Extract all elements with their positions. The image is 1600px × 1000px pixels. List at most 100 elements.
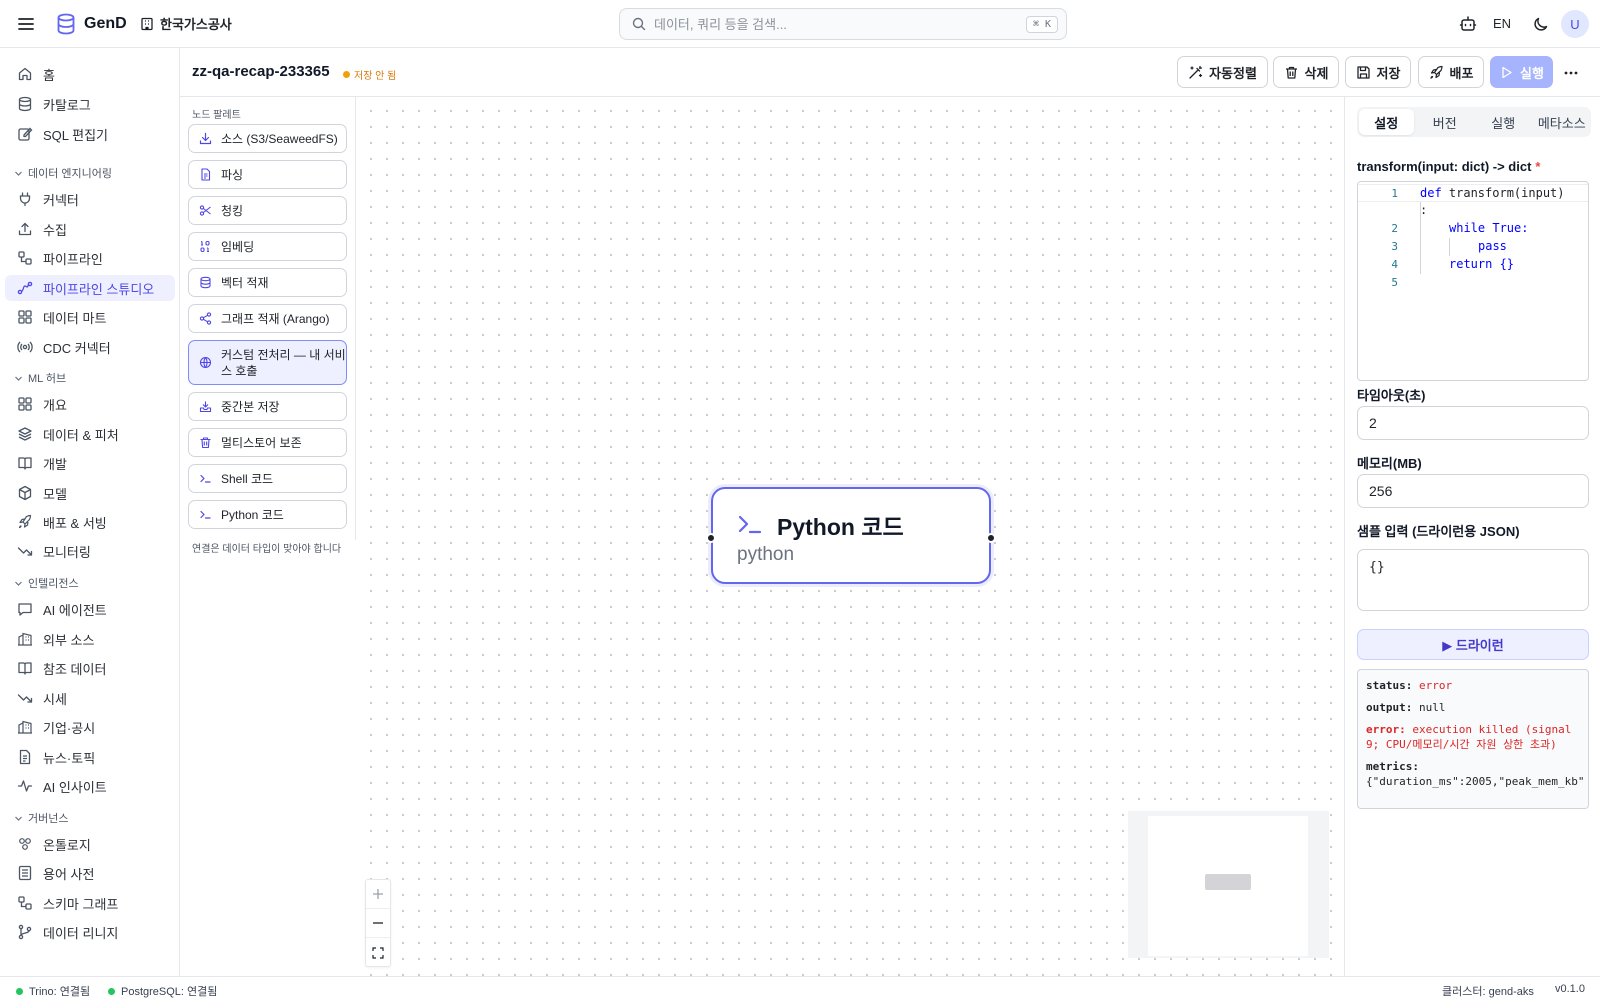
tab-settings[interactable]: 설정 xyxy=(1359,109,1414,135)
sidebar-item-overview[interactable]: 개요 xyxy=(5,391,175,417)
palette-item-graph-load[interactable]: 그래프 적재 (Arango) xyxy=(188,304,347,333)
palette-item-intermediate-save[interactable]: 중간본 저장 xyxy=(188,392,347,421)
status-bar: Trino: 연결됨 PostgreSQL: 연결됨 클러스터: gend-ak… xyxy=(0,976,1600,1000)
sidebar-item-data-lineage[interactable]: 데이터 리니지 xyxy=(5,919,175,945)
fullscreen-icon xyxy=(372,946,384,959)
sidebar-group-intelligence[interactable]: 인텔리전스 xyxy=(14,574,79,592)
sidebar-item-external-sources[interactable]: 외부 소스 xyxy=(5,626,175,652)
run-button[interactable]: 실행 xyxy=(1490,56,1553,88)
code-editor[interactable]: 1 def transform(input) : 2 while True: 3… xyxy=(1357,181,1589,381)
sidebar-item-pipeline-studio[interactable]: 파이프라인 스튜디오 xyxy=(5,275,175,301)
sidebar-item-pipelines[interactable]: 파이프라인 xyxy=(5,245,175,271)
timeout-input[interactable] xyxy=(1357,406,1589,440)
brand-logo[interactable]: GenD xyxy=(56,13,127,35)
result-key: output: xyxy=(1366,701,1413,714)
menu-icon[interactable] xyxy=(16,14,36,34)
sidebar-item-home[interactable]: 홈 xyxy=(5,61,175,87)
autolayout-button[interactable]: 자동정렬 xyxy=(1177,56,1268,88)
result-status-value: error xyxy=(1418,679,1453,692)
palette-footer-hint: 연결은 데이터 타입이 맞아야 합니다 xyxy=(192,544,342,555)
line-number: 1 xyxy=(1391,187,1398,200)
palette-item-shell-code[interactable]: Shell 코드 xyxy=(188,464,347,493)
sidebar-item-ai-insights[interactable]: AI 인사이트 xyxy=(5,773,175,799)
delete-button[interactable]: 삭제 xyxy=(1273,56,1339,88)
zoom-in-button[interactable] xyxy=(366,880,390,909)
palette-item-python-code[interactable]: Python 코드 xyxy=(188,500,347,529)
memory-input[interactable] xyxy=(1357,474,1589,508)
sidebar-item-market-price[interactable]: 시세 xyxy=(5,685,175,711)
palette-item-vector-load[interactable]: 벡터 적재 xyxy=(188,268,347,297)
save-button[interactable]: 저장 xyxy=(1345,56,1411,88)
sidebar-item-develop[interactable]: 개발 xyxy=(5,450,175,476)
code-rest: True: xyxy=(1485,221,1529,235)
sidebar-group-governance[interactable]: 거버넌스 xyxy=(14,809,68,827)
node-input-handle[interactable] xyxy=(706,533,716,543)
bot-icon[interactable] xyxy=(1458,14,1478,34)
result-output: output: null xyxy=(1366,700,1580,715)
palette-item-embedding[interactable]: 임베딩 xyxy=(188,232,347,261)
pipeline-canvas[interactable]: Python 코드 python xyxy=(357,97,1344,976)
upload-icon xyxy=(18,222,32,236)
code-line: 5 xyxy=(1358,274,1588,292)
sidebar-item-schema-graph[interactable]: 스키마 그래프 xyxy=(5,890,175,916)
palette-item-parsing[interactable]: 파싱 xyxy=(188,160,347,189)
workflow-icon xyxy=(18,896,32,910)
tab-versions[interactable]: 버전 xyxy=(1418,109,1473,135)
play-icon xyxy=(1502,66,1512,78)
language-toggle[interactable]: EN xyxy=(1493,16,1511,31)
code-rest: {} xyxy=(1492,257,1515,271)
deploy-button[interactable]: 배포 xyxy=(1418,56,1484,88)
sidebar-item-label: 모델 xyxy=(43,486,67,502)
sidebar-item-models[interactable]: 모델 xyxy=(5,480,175,506)
plug-icon xyxy=(19,192,31,207)
org-switcher[interactable]: 한국가스공사 xyxy=(140,14,232,33)
palette-item-label: 멀티스토어 보존 xyxy=(221,436,302,450)
palette-item-label: 소스 (S3/SeaweedFS) xyxy=(221,132,338,146)
run-label: 실행 xyxy=(1520,65,1544,81)
minimap[interactable] xyxy=(1128,811,1329,958)
sidebar-item-ontology[interactable]: 온톨로지 xyxy=(5,831,175,857)
dry-run-button[interactable]: ▶ 드라이런 xyxy=(1357,629,1589,660)
sidebar-item-reference-data[interactable]: 참조 데이터 xyxy=(5,655,175,681)
sidebar-group-ml-hub[interactable]: ML 허브 xyxy=(14,369,66,387)
sidebar-item-sql-editor[interactable]: SQL 편집기 xyxy=(5,121,175,147)
node-output-handle[interactable] xyxy=(986,533,996,543)
sidebar-item-data-mart[interactable]: 데이터 마트 xyxy=(5,304,175,330)
palette-item-multistore[interactable]: 멀티스토어 보존 xyxy=(188,428,347,457)
sample-input-textarea[interactable]: {} xyxy=(1357,549,1589,611)
sidebar-item-monitoring[interactable]: 모니터링 xyxy=(5,538,175,564)
more-icon[interactable] xyxy=(1563,65,1579,81)
sidebar-item-data-features[interactable]: 데이터 & 피처 xyxy=(5,421,175,447)
sidebar-item-catalog[interactable]: 카탈로그 xyxy=(5,91,175,117)
tab-metasource[interactable]: 메타소스 xyxy=(1535,109,1590,135)
tab-runs[interactable]: 실행 xyxy=(1476,109,1531,135)
palette-item-custom-preprocess[interactable]: 커스텀 전처리 — 내 서비스 호출 xyxy=(188,340,347,385)
code-label: transform(input: dict) -> dict * xyxy=(1357,159,1540,174)
result-status: status: error xyxy=(1366,678,1580,693)
sidebar-item-news-topics[interactable]: 뉴스·토픽 xyxy=(5,744,175,770)
pipeline-title[interactable]: zz-qa-recap-233365 xyxy=(192,63,330,80)
zoom-out-button[interactable] xyxy=(366,909,390,938)
fit-view-button[interactable] xyxy=(366,938,390,967)
globe-icon xyxy=(199,356,212,369)
chat-icon xyxy=(18,603,32,616)
sidebar-item-deploy-serving[interactable]: 배포 & 서빙 xyxy=(5,509,175,535)
palette-item-label: 중간본 저장 xyxy=(221,400,280,414)
sidebar-item-ai-agent[interactable]: AI 에이전트 xyxy=(5,596,175,622)
moon-icon[interactable] xyxy=(1531,14,1551,34)
palette-item-source[interactable]: 소스 (S3/SeaweedFS) xyxy=(188,124,347,153)
sidebar-item-cdc-connector[interactable]: CDC 커넥터 xyxy=(5,334,175,360)
sidebar-group-data-engineering[interactable]: 데이터 엔지니어링 xyxy=(14,164,112,182)
sidebar-item-corporate-disclosure[interactable]: 기업·공시 xyxy=(5,714,175,740)
sidebar-item-connectors[interactable]: 커넥터 xyxy=(5,186,175,212)
sidebar-item-glossary[interactable]: 용어 사전 xyxy=(5,860,175,886)
sidebar-item-label: 개발 xyxy=(43,456,67,472)
palette-item-chunking[interactable]: 청킹 xyxy=(188,196,347,225)
sidebar-item-label: 커넥터 xyxy=(43,192,79,208)
global-search[interactable]: ⌘ K xyxy=(619,8,1067,40)
user-avatar[interactable]: U xyxy=(1561,10,1589,38)
sidebar-nav: 홈 카탈로그 SQL 편집기 데이터 엔지니어링 커넥터 수집 파이프라인 파이… xyxy=(0,48,180,976)
search-input[interactable] xyxy=(654,16,1026,32)
python-code-node[interactable]: Python 코드 python xyxy=(706,487,996,584)
sidebar-item-ingest[interactable]: 수집 xyxy=(5,216,175,242)
